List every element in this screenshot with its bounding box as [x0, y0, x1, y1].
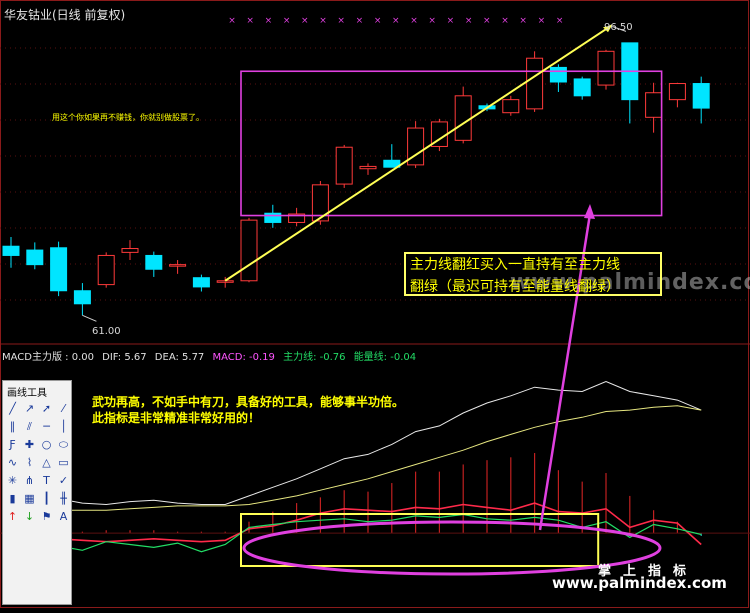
macd-indicator-name: MACD主力版 : 0.00 — [2, 352, 94, 363]
ray-icon[interactable]: ↗ — [22, 401, 37, 417]
top-marker: × — [410, 16, 418, 26]
fib-icon[interactable]: Ƒ — [5, 437, 20, 453]
macd-dif-value: DIF: 5.67 — [102, 352, 147, 363]
candle-body-down — [192, 277, 210, 288]
strategy-callout: 主力线翻红买入一直持有至主力线 翻绿（最迟可持有至能量线翻绿） — [404, 252, 662, 296]
macd-legend: MACD主力版 : 0.00 DIF: 5.67 DEA: 5.77 MACD:… — [2, 348, 421, 363]
candle-body-up — [359, 165, 377, 170]
chart-stage: × × × × × × × × × × × × × × × × × × × 华友钴业(日线 前复权) 96.50 6… — [0, 0, 750, 609]
wave-icon[interactable]: ∿ — [5, 455, 20, 471]
candle-body-up — [645, 92, 663, 118]
mark-icon[interactable]: ✓ — [56, 473, 71, 489]
candle-body-down — [73, 290, 91, 305]
candle-body-up — [668, 83, 686, 101]
candle-body-up — [454, 95, 472, 141]
top-marker: × — [538, 16, 546, 26]
top-marker: × — [483, 16, 491, 26]
mid-note: 武功再高，不如手中有刀，具备好的工具，能够事半功倍。 此指标是非常精准非常好用的… — [92, 394, 404, 426]
pitchfork-icon[interactable]: ⋔ — [22, 473, 37, 489]
letter-a-icon[interactable]: A — [56, 509, 71, 525]
macd-main-value: 主力线: -0.76 — [283, 352, 346, 363]
trend-line — [224, 24, 613, 282]
candle-body-down — [50, 247, 68, 292]
candle-body-up — [502, 99, 520, 114]
top-marker: × — [556, 16, 564, 26]
candle-body-down — [145, 254, 163, 270]
top-marker: × — [519, 16, 527, 26]
candle-body-up — [169, 264, 187, 267]
price-high-label: 96.50 — [604, 22, 633, 33]
candle-body-up — [240, 219, 258, 282]
arrow-line-icon[interactable]: ➚ — [39, 401, 54, 417]
candle-body-up — [121, 248, 139, 253]
candle-body-down — [573, 78, 591, 97]
vertical-icon[interactable]: │ — [56, 419, 71, 435]
period-icon[interactable]: ╫ — [56, 491, 71, 507]
candle-body-down — [549, 66, 567, 83]
bars-icon[interactable]: ▮ — [5, 491, 20, 507]
top-marker: × — [374, 16, 382, 26]
channel-icon[interactable]: ⫽ — [22, 419, 37, 435]
grid-icon[interactable]: ▦ — [22, 491, 37, 507]
top-marker: × — [337, 16, 345, 26]
gann-icon[interactable]: ✳ — [5, 473, 20, 489]
mid-note-line-1: 武功再高，不如手中有刀，具备好的工具，能够事半功倍。 — [92, 395, 405, 409]
top-marker: × — [283, 16, 291, 26]
top-marker: × — [301, 16, 309, 26]
ellipse-icon[interactable]: ⬭ — [56, 437, 71, 453]
top-marker: × — [447, 16, 455, 26]
top-marker: × — [265, 16, 273, 26]
up-arrow-icon[interactable]: ↑ — [5, 509, 20, 525]
circle-icon[interactable]: ○ — [39, 437, 54, 453]
top-marker: × — [228, 16, 236, 26]
cross-icon[interactable]: ✚ — [22, 437, 37, 453]
macd-energy-value: 能量线: -0.04 — [353, 352, 417, 363]
candle-body-down — [264, 212, 282, 223]
rect-icon[interactable]: ▭ — [56, 455, 71, 471]
candle-body-up — [526, 57, 544, 110]
candle-body-up — [97, 254, 115, 286]
top-marker: × — [465, 16, 473, 26]
link-arrowhead — [584, 204, 595, 219]
candle-body-down — [2, 245, 20, 256]
mid-note-line-2: 此指标是非常精准非常好用的！ — [92, 411, 261, 425]
ruler-icon[interactable]: ┃ — [39, 491, 54, 507]
brand-url: www.palmindex.com — [552, 574, 727, 592]
candle-body-up — [597, 50, 615, 86]
parallel-icon[interactable]: ∥ — [5, 419, 20, 435]
candle-body-up — [335, 146, 353, 185]
line-icon[interactable]: ╱ — [5, 401, 20, 417]
down-arrow-icon[interactable]: ↓ — [22, 509, 37, 525]
top-marker: × — [246, 16, 254, 26]
price-low-label: 61.00 — [92, 326, 121, 337]
low-pointer — [82, 314, 97, 322]
candle-body-down — [26, 249, 44, 266]
stock-title: 华友钴业(日线 前复权) — [4, 8, 126, 22]
top-marker: × — [392, 16, 400, 26]
toolbox-title: 画线工具 — [7, 388, 47, 399]
flag-icon[interactable]: ⚑ — [39, 509, 54, 525]
chart-canvas: × × × × × × × × × × × × × × × × × × × — [0, 0, 750, 608]
triangle-icon[interactable]: △ — [39, 455, 54, 471]
macd-dea-value: DEA: 5.77 — [154, 352, 205, 363]
top-marker: × — [501, 16, 509, 26]
macd-macd-value: MACD: -0.19 — [212, 352, 275, 363]
horizontal-icon[interactable]: ─ — [39, 419, 54, 435]
top-marker: × — [428, 16, 436, 26]
callout-line-2: 翻绿（最迟可持有至能量线翻绿） — [410, 279, 620, 295]
drawing-toolbox: 画线工具 ╱ ↗ ➚ ⁄ ∥ ⫽ ─ │ Ƒ ✚ ○ ⬭ ∿ ⌇ △ ▭ ✳ ⋔ T ✓ ▮ ▦ ┃ ╫ ↑ ↓ ⚑ A — [2, 380, 72, 605]
zigzag-icon[interactable]: ⌇ — [22, 455, 37, 471]
segment-icon[interactable]: ⁄ — [56, 401, 71, 417]
top-note: 用这个你如果再不赚钱，你就别做股票了。 — [52, 113, 204, 122]
top-marker: × — [356, 16, 364, 26]
trend-box — [240, 70, 663, 217]
candle-body-down — [692, 83, 710, 109]
top-marker: × — [319, 16, 327, 26]
toolbox-grid: ╱ ↗ ➚ ⁄ ∥ ⫽ ─ │ Ƒ ✚ ○ ⬭ ∿ ⌇ △ ▭ ✳ ⋔ T ✓ ▮ ▦ ┃ ╫ ↑ ↓ ⚑ A — [5, 401, 71, 526]
candle-body-up — [216, 280, 234, 283]
callout-line-1: 主力线翻红买入一直持有至主力线 — [410, 257, 620, 273]
text-icon[interactable]: T — [39, 473, 54, 489]
